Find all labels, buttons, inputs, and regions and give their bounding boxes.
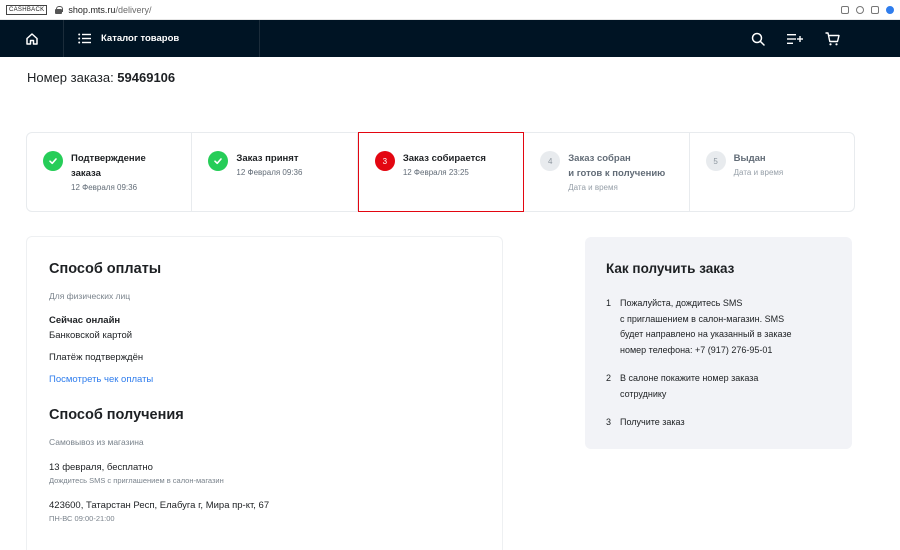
list-item: 2 В салоне покажите номер заказа сотрудни…: [606, 373, 759, 399]
home-icon: [25, 32, 38, 45]
step-confirmation: Подтверждение заказа 12 Февраля 09:36: [27, 133, 193, 211]
step-number-badge: 4: [540, 151, 561, 171]
delivery-address: 423600, Татарстан Респ, Елабуга г, Мира …: [49, 500, 270, 511]
catalog-label: Каталог товаров: [101, 33, 180, 44]
camera-icon[interactable]: [856, 5, 864, 14]
step-title: Заказ собирается: [402, 153, 486, 164]
receipt-link[interactable]: Посмотреть чек оплаты: [49, 374, 480, 385]
how-steps-list: 1 Пожалуйста, дождитесь SMS с приглашение…: [606, 296, 831, 431]
payment-subtitle: Для физических лиц: [49, 291, 131, 301]
delivery-date: 13 февраля, бесплатно: [49, 462, 153, 473]
lock-icon: [55, 5, 64, 14]
bookmark-icon[interactable]: [871, 5, 879, 14]
order-number-label: Номер заказа:: [27, 70, 118, 85]
payment-status: Платёж подтверждён: [49, 352, 144, 363]
step-number-badge: 3: [374, 151, 395, 171]
extension-icon[interactable]: [886, 5, 894, 14]
how-title: Как получить заказ: [606, 261, 735, 276]
compare-list-icon[interactable]: [787, 32, 803, 46]
delivery-subtitle: Самовывоз из магазина: [49, 437, 144, 447]
order-number-title: Номер заказа: 59469106: [27, 70, 175, 85]
step-issued: 5 Выдан Дата и время: [690, 133, 854, 211]
order-details-card: Способ оплаты Для физических лиц Сейчас …: [26, 236, 503, 550]
step-date: Дата и время: [733, 168, 784, 177]
store-hours: ПН-ВС 09:00-21:00: [49, 514, 115, 523]
check-icon: [43, 151, 63, 171]
menu-list-icon: [78, 33, 91, 44]
catalog-button[interactable]: Каталог товаров: [64, 20, 260, 57]
order-status-steps: Подтверждение заказа 12 Февраля 09:36 Зак…: [26, 132, 855, 212]
cashback-badge[interactable]: CASHBACK: [6, 4, 48, 15]
list-item: 3 Получите заказ: [606, 417, 685, 427]
order-number-value: 59469106: [117, 70, 176, 85]
step-title: Подтверждение заказа: [71, 153, 146, 179]
step-number-badge: 5: [705, 151, 726, 171]
list-item: 1 Пожалуйста, дождитесь SMS с приглашение…: [606, 298, 792, 355]
step-assembling: 3 Заказ собирается 12 Февраля 23:25: [357, 132, 525, 212]
step-date: 12 Февраля 23:25: [402, 168, 469, 177]
step-title: Заказ собран и готов к получению: [568, 153, 666, 179]
search-icon[interactable]: [751, 32, 765, 46]
share-icon[interactable]: [841, 5, 849, 14]
delivery-date-note: Дождитесь SMS с приглашением в салон-маг…: [49, 476, 224, 485]
step-title: Выдан: [733, 153, 766, 164]
step-date: 12 Февраля 09:36: [236, 168, 303, 177]
payment-method-title: Сейчас онлайн: [49, 315, 121, 326]
payment-title: Способ оплаты: [49, 261, 162, 277]
home-button[interactable]: [0, 20, 64, 57]
cart-icon[interactable]: [825, 31, 840, 46]
payment-method-detail: Банковской картой: [49, 330, 133, 341]
step-accepted: Заказ принят 12 Февраля 09:36: [192, 133, 358, 211]
delivery-title: Способ получения: [49, 407, 184, 423]
url-text[interactable]: shop.mts.ru/delivery/: [68, 5, 151, 15]
how-to-receive-card: Как получить заказ 1 Пожалуйста, дождите…: [585, 237, 852, 449]
site-header: Каталог товаров: [0, 20, 900, 57]
check-icon: [208, 151, 229, 171]
step-title: Заказ принят: [236, 153, 299, 164]
step-date: Дата и время: [568, 183, 618, 192]
browser-address-bar: CASHBACK shop.mts.ru/delivery/: [0, 0, 900, 20]
step-date: 12 Февраля 09:36: [71, 183, 138, 192]
step-ready: 4 Заказ собран и готов к получению Дата и…: [524, 133, 690, 211]
